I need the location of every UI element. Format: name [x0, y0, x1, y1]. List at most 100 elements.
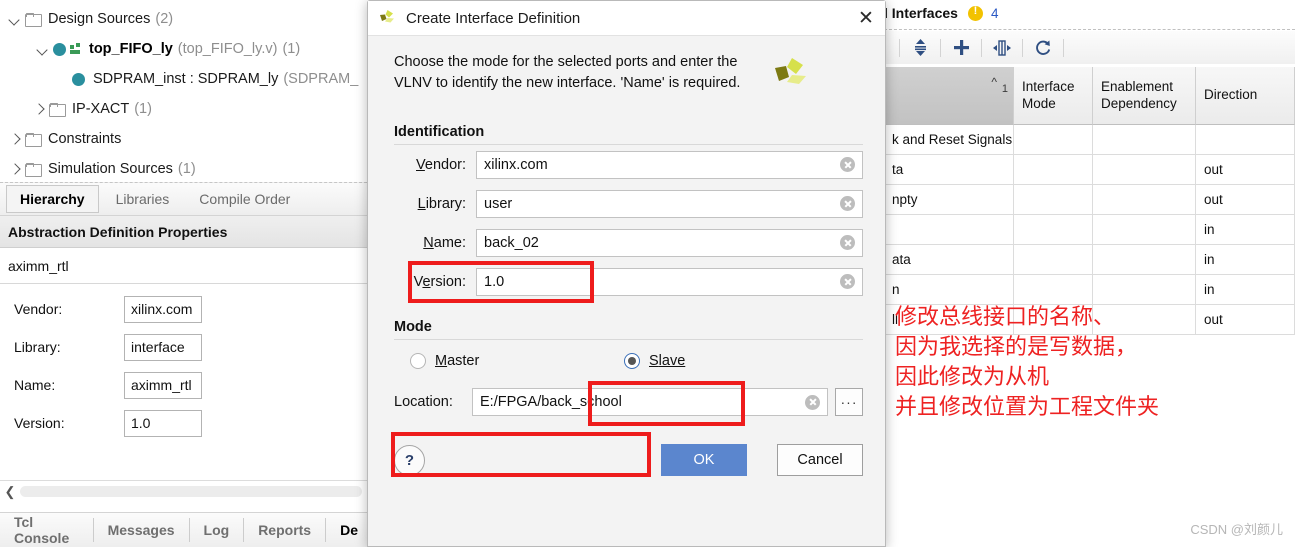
tab-hierarchy[interactable]: Hierarchy	[6, 185, 99, 213]
radio-master-rest: aster	[447, 353, 480, 369]
csdn-watermark: CSDN @刘颜儿	[1190, 522, 1283, 537]
tree-item-design-sources[interactable]: Design Sources (2)	[0, 4, 372, 34]
cell-mode	[1014, 215, 1093, 245]
toolbar-divider	[1022, 38, 1023, 57]
property-value-library[interactable]: interface	[124, 333, 202, 361]
clear-icon[interactable]	[805, 394, 820, 410]
cell-enablement	[1093, 305, 1196, 335]
chevron-right-icon[interactable]	[8, 162, 22, 176]
cell-name	[884, 215, 1014, 245]
ok-button[interactable]: OK	[661, 444, 747, 476]
column-header-enablement-dependency[interactable]: Enablement Dependency	[1093, 67, 1196, 125]
cell-enablement	[1093, 125, 1196, 155]
column-header-name[interactable]: ^ 1	[884, 67, 1014, 125]
browse-button[interactable]: ···	[835, 388, 863, 416]
library-input[interactable]: user	[476, 189, 863, 218]
table-row[interactable]: npty out	[884, 185, 1295, 215]
cell-enablement	[1093, 215, 1196, 245]
vendor-label: Vendor:	[394, 157, 476, 173]
property-value-version[interactable]: 1.0	[124, 409, 202, 437]
property-row-vendor: Vendor: xilinx.com	[0, 290, 372, 328]
property-row-library: Library: interface	[0, 328, 372, 366]
tab-libraries[interactable]: Libraries	[103, 186, 183, 212]
tree-item-simulation-sources[interactable]: Simulation Sources (1)	[0, 154, 372, 184]
warning-count[interactable]: 4	[991, 6, 999, 21]
table-row[interactable]: n in	[884, 275, 1295, 305]
tab-messages[interactable]: Messages	[94, 518, 190, 542]
dialog-title: Create Interface Definition	[406, 9, 581, 27]
property-value-vendor[interactable]: xilinx.com	[124, 295, 202, 323]
tab-reports[interactable]: Reports	[244, 518, 327, 542]
cell-enablement	[1093, 155, 1196, 185]
clear-icon[interactable]	[840, 235, 855, 250]
scrollbar-track[interactable]	[20, 486, 362, 497]
table-row[interactable]: in	[884, 215, 1295, 245]
tree-item-constraints[interactable]: Constraints	[0, 124, 372, 154]
sort-icon[interactable]	[905, 35, 935, 61]
scroll-left-icon[interactable]: ❮	[0, 484, 20, 500]
dialog-button-row: ? OK Cancel	[394, 444, 863, 476]
identification-section-label: Identification	[394, 124, 485, 140]
tree-tab-strip[interactable]: Hierarchy Libraries Compile Order	[0, 182, 372, 215]
tree-item-top-fifo-ly[interactable]: top_FIFO_ly (top_FIFO_ly.v) (1)	[0, 34, 372, 64]
vendor-input[interactable]: xilinx.com	[476, 150, 863, 179]
radio-master[interactable]: Master	[410, 353, 600, 369]
name-input-value: back_02	[484, 234, 539, 251]
radio-slave-rest: lave	[658, 353, 686, 369]
table-row[interactable]: k and Reset Signals	[884, 125, 1295, 155]
column-header-label: Interface Mode	[1022, 78, 1075, 111]
version-input[interactable]: 1.0	[476, 267, 863, 296]
library-input-value: user	[484, 195, 513, 212]
name-label-rest: ame:	[433, 234, 466, 251]
panel-dashed-separator	[884, 29, 1295, 30]
cell-enablement	[1093, 275, 1196, 305]
cell-mode	[1014, 245, 1093, 275]
tab-log[interactable]: Log	[190, 518, 245, 542]
add-icon[interactable]	[946, 35, 976, 61]
radio-master-mnemonic: M	[435, 353, 448, 369]
horizontal-scrollbar[interactable]: ❮	[0, 480, 372, 502]
refresh-icon[interactable]	[1028, 35, 1058, 61]
version-label-mnemonic: e	[422, 273, 431, 290]
tree-item-sdpram-inst[interactable]: SDPRAM_inst : SDPRAM_ly (SDPRAM_	[0, 64, 372, 94]
property-row-name: Name: aximm_rtl	[0, 366, 372, 404]
fit-width-icon[interactable]	[987, 35, 1017, 61]
column-header-interface-mode[interactable]: Interface Mode	[1014, 67, 1093, 125]
radio-slave-indicator[interactable]	[624, 353, 640, 369]
version-label-rest: rsion:	[430, 273, 466, 290]
chevron-down-icon[interactable]	[8, 12, 22, 26]
location-input[interactable]: E:/FPGA/back_school	[472, 388, 828, 416]
property-label: Vendor:	[14, 301, 63, 317]
tab-compile-order[interactable]: Compile Order	[186, 186, 303, 212]
chevron-right-icon[interactable]	[8, 132, 22, 146]
close-icon[interactable]: ✕	[847, 1, 885, 35]
help-button[interactable]: ?	[394, 444, 425, 476]
cell-direction: in	[1196, 275, 1295, 305]
tab-tcl-console[interactable]: Tcl Console	[0, 514, 94, 546]
chip-icon	[70, 43, 83, 55]
chevron-right-icon[interactable]	[32, 102, 46, 116]
cancel-button[interactable]: Cancel	[777, 444, 863, 476]
radio-master-indicator[interactable]	[410, 353, 426, 369]
sources-tree[interactable]: Design Sources (2) top_FIFO_ly (top_FIFO…	[0, 0, 372, 182]
tree-item-ip-xact[interactable]: IP-XACT (1)	[0, 94, 372, 124]
radio-slave[interactable]: Slave	[624, 353, 685, 369]
column-header-direction[interactable]: Direction	[1196, 67, 1295, 125]
clear-icon[interactable]	[840, 196, 855, 211]
xilinx-logo-icon	[378, 9, 397, 27]
bottom-tab-strip[interactable]: Tcl Console Messages Log Reports De	[0, 512, 372, 547]
tree-item-label: IP-XACT	[72, 101, 130, 117]
name-input[interactable]: back_02	[476, 228, 863, 257]
chevron-down-icon[interactable]	[36, 42, 50, 56]
tab-design-runs[interactable]: De	[326, 518, 372, 542]
table-row[interactable]: ll out	[884, 305, 1295, 335]
folder-icon	[25, 12, 42, 27]
interfaces-toolbar[interactable]	[884, 31, 1295, 64]
property-value-name[interactable]: aximm_rtl	[124, 371, 202, 399]
location-label: Location:	[394, 394, 453, 410]
clear-icon[interactable]	[840, 157, 855, 172]
table-row[interactable]: ta out	[884, 155, 1295, 185]
version-input-value: 1.0	[484, 273, 505, 290]
table-row[interactable]: ata in	[884, 245, 1295, 275]
clear-icon[interactable]	[840, 274, 855, 289]
